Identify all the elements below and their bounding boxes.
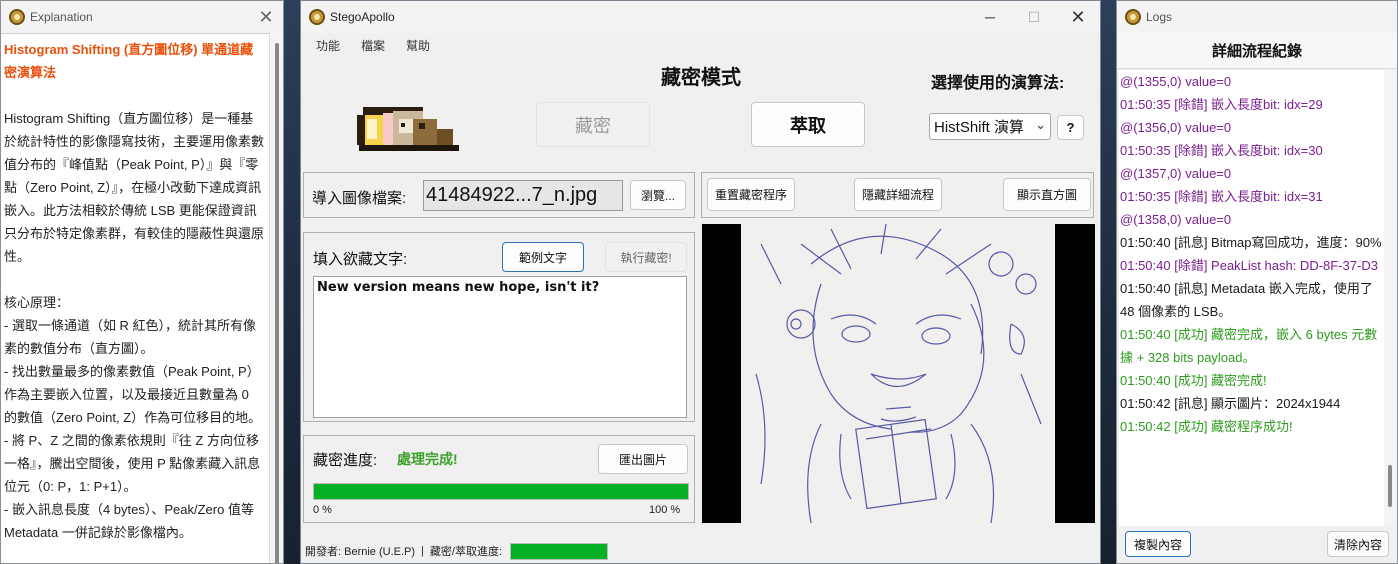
maximize-icon[interactable]: ☐	[1012, 1, 1056, 33]
progress-status: 處理完成!	[397, 451, 458, 467]
mode-title: 藏密模式	[661, 67, 741, 89]
log-entry: 01:50:35 [除錯] 嵌入長度bit: idx=29	[1120, 97, 1323, 112]
developer-credit: 開發者: Bernie (U.E.P)	[305, 546, 416, 558]
status-progress-label: 藏密/萃取進度:	[429, 546, 503, 558]
explanation-window-title: Explanation	[30, 10, 93, 24]
sketch-drawing	[755, 224, 1042, 523]
principle-point: - 嵌入訊息長度（4 bytes）、Peak/Zero 值等 Metadata …	[4, 502, 254, 540]
logs-scrollbar[interactable]	[1384, 70, 1396, 528]
log-entry: 01:50:40 [成功] 藏密完成!	[1120, 373, 1267, 388]
algorithm-help-button[interactable]: ?	[1057, 115, 1084, 140]
embed-mode-button[interactable]: 藏密	[536, 102, 650, 147]
text-label: 填入欲藏文字:	[313, 251, 408, 268]
main-titlebar[interactable]: StegoApollo ─ ☐ ✕	[301, 1, 1100, 33]
minimize-icon[interactable]: ─	[968, 1, 1012, 33]
explanation-window: Explanation ✕ Histogram Shifting (直方圖位移)…	[0, 0, 284, 564]
hide-flow-button[interactable]: 隱藏詳細流程	[854, 178, 942, 211]
logs-window: Logs 詳細流程紀錄 @(1355,0) value=0 01:50:35 [除…	[1116, 0, 1398, 564]
close-icon[interactable]: ✕	[1056, 1, 1100, 33]
principle-point: - 選取一條通道（如 R 紅色），統計其所有像素的數值分布（直方圖）。	[4, 318, 257, 356]
show-histogram-button[interactable]: 顯示直方圖	[1003, 178, 1091, 211]
apollo-app-icon	[9, 9, 25, 25]
explanation-scrollbar[interactable]	[269, 33, 283, 563]
menu-function[interactable]: 功能	[316, 37, 340, 54]
principle-title: 核心原理：	[4, 295, 70, 310]
status-bar: 開發者: Bernie (U.E.P) | 藏密/萃取進度:	[301, 539, 1100, 563]
progress-min-label: 0 %	[313, 504, 332, 516]
progress-max-label: 100 %	[649, 504, 681, 516]
scrollbar-thumb[interactable]	[275, 43, 279, 563]
file-path-field[interactable]: 41484922...7_n.jpg	[423, 180, 623, 211]
apollo-app-icon	[1125, 9, 1141, 25]
algorithm-select[interactable]: HistShift 演算 ⌄	[929, 113, 1051, 140]
extract-mode-button[interactable]: 萃取	[751, 102, 865, 147]
log-entry: @(1358,0) value=0	[1120, 212, 1232, 227]
menubar: 功能 檔案 幫助	[301, 33, 1100, 57]
reset-process-button[interactable]: 重置藏密程序	[707, 178, 795, 211]
status-separator: |	[421, 545, 424, 557]
log-entry: 01:50:42 [成功] 藏密程序成功!	[1120, 419, 1293, 434]
principle-point: - 找出數量最多的像素數值（Peak Point, P）作為主要嵌入位置，以及最…	[4, 364, 262, 425]
log-entry: 01:50:40 [除錯] PeakList hash: DD-8F-37-D3	[1120, 258, 1378, 273]
embed-progress-fill	[314, 484, 688, 499]
preview-sketch-image	[741, 224, 1055, 523]
main-window-title: StegoApollo	[330, 10, 395, 24]
log-entry: 01:50:35 [除錯] 嵌入長度bit: idx=31	[1120, 189, 1323, 204]
algorithm-label: 選擇使用的演算法:	[931, 75, 1065, 92]
log-entry: @(1355,0) value=0	[1120, 74, 1232, 89]
explanation-titlebar[interactable]: Explanation ✕	[1, 1, 283, 33]
progress-label: 藏密進度:	[313, 452, 378, 469]
logs-footer: 複製內容 清除內容	[1117, 526, 1397, 563]
clear-logs-button[interactable]: 清除內容	[1327, 531, 1389, 557]
chevron-down-icon: ⌄	[1035, 117, 1046, 132]
log-entry: @(1357,0) value=0	[1120, 166, 1232, 181]
explanation-intro: Histogram Shifting（直方圖位移）是一種基於統計特性的影像隱寫技…	[4, 111, 265, 264]
secret-text-area[interactable]: New version means new hope, isn't it?	[313, 276, 687, 418]
log-entry: 01:50:35 [除錯] 嵌入長度bit: idx=30	[1120, 143, 1323, 158]
run-embed-button[interactable]: 執行藏密!	[605, 242, 687, 272]
main-window: StegoApollo ─ ☐ ✕ 功能 檔案 幫助 藏密模式 選擇使用的演算法…	[300, 0, 1101, 564]
status-progress-bar	[510, 542, 609, 560]
logs-heading: 詳細流程紀錄	[1117, 33, 1397, 69]
sample-text-button[interactable]: 範例文字	[502, 242, 584, 272]
copy-logs-button[interactable]: 複製內容	[1125, 531, 1191, 557]
log-entry: 01:50:42 [訊息] 顯示圖片：2024x1944	[1120, 396, 1341, 411]
explanation-content: Histogram Shifting (直方圖位移) 單通道藏密演算法 Hist…	[1, 33, 271, 563]
export-image-button[interactable]: 匯出圖片	[598, 444, 688, 474]
log-entry: 01:50:40 [訊息] Metadata 嵌入完成，使用了 48 個像素的 …	[1120, 281, 1373, 319]
logs-window-title: Logs	[1146, 10, 1173, 24]
explanation-heading: Histogram Shifting (直方圖位移) 單通道藏密演算法	[4, 42, 254, 80]
log-entry: 01:50:40 [訊息] Bitmap寫回成功，進度：90%	[1120, 235, 1382, 250]
menu-help[interactable]: 幫助	[406, 37, 430, 54]
apollo-pixel-art-logo	[357, 107, 459, 151]
menu-file[interactable]: 檔案	[361, 37, 385, 54]
algorithm-select-value: HistShift 演算	[934, 119, 1025, 136]
file-label: 導入圖像檔案:	[312, 190, 407, 207]
embed-progress-bar	[313, 483, 689, 500]
log-entry: @(1356,0) value=0	[1120, 120, 1232, 135]
principle-point: - 將 P、Z 之間的像素依規則『往 Z 方向位移一格』，騰出空間後，使用 P …	[4, 433, 261, 494]
browse-button[interactable]: 瀏覽...	[630, 180, 686, 210]
logs-titlebar[interactable]: Logs	[1117, 1, 1397, 33]
logs-list: @(1355,0) value=0 01:50:35 [除錯] 嵌入長度bit: …	[1119, 70, 1385, 528]
close-icon[interactable]: ✕	[249, 1, 283, 33]
scrollbar-thumb[interactable]	[1388, 465, 1392, 507]
image-preview	[702, 224, 1095, 523]
log-entry: 01:50:40 [成功] 藏密完成，嵌入 6 bytes 元數據 + 328 …	[1120, 327, 1378, 365]
apollo-app-icon	[309, 9, 325, 25]
